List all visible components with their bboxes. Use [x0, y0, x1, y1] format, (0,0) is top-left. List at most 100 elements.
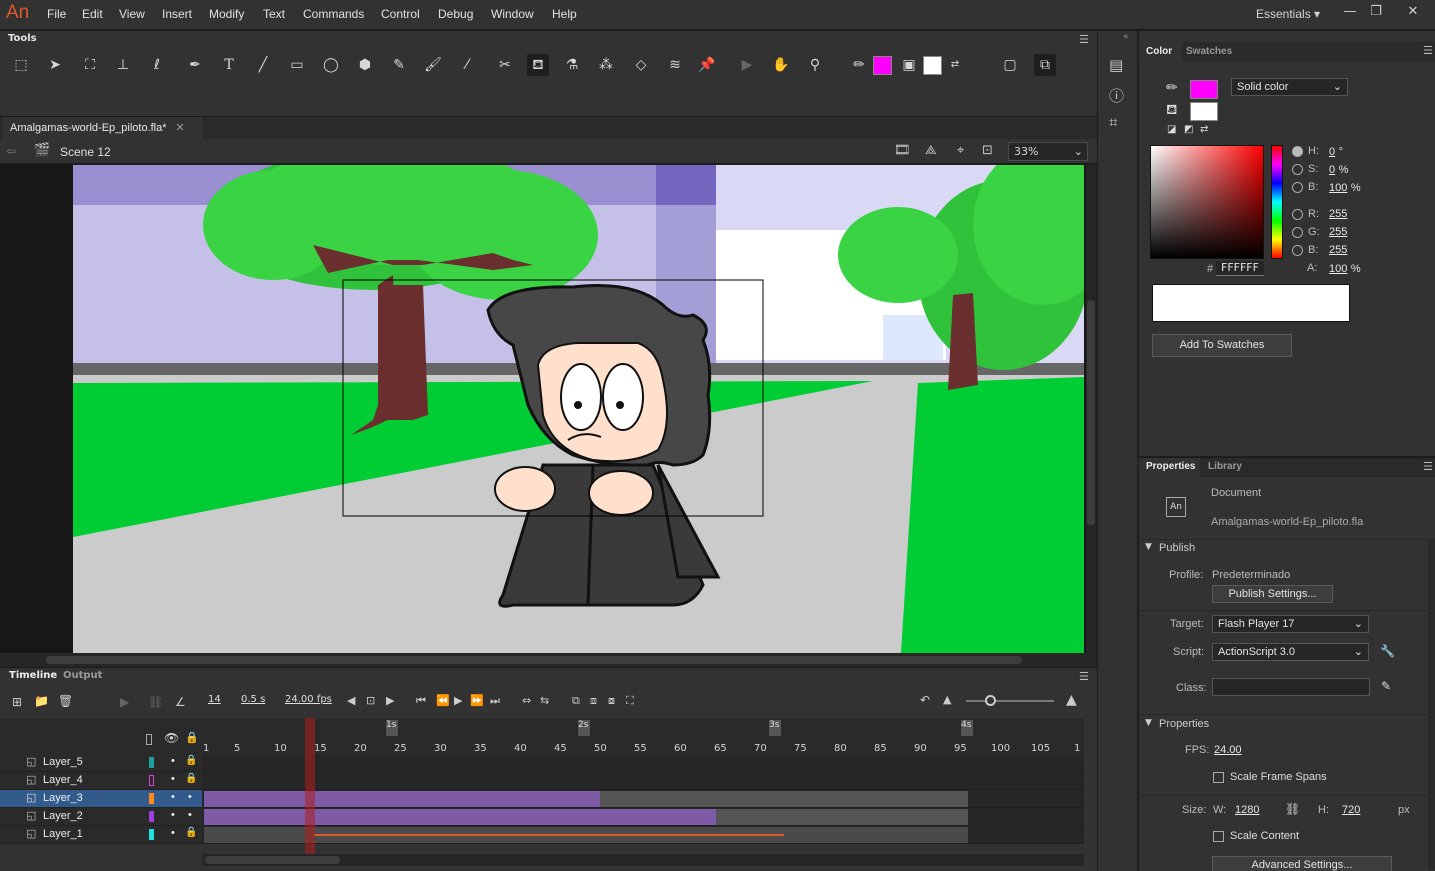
back-arrow-icon[interactable]: ⇦: [6, 144, 16, 158]
workspace-switcher[interactable]: Essentials ▾: [1256, 7, 1320, 21]
frame-rate[interactable]: 24.00 fps: [285, 694, 332, 705]
layer-color-box[interactable]: [149, 793, 154, 804]
stroke-swatch[interactable]: [1190, 80, 1218, 99]
layer-row[interactable]: ◱ Layer_5 • 🔒: [0, 754, 202, 772]
center-frame-icon[interactable]: ⇆: [540, 694, 549, 707]
restore-icon[interactable]: ❐: [1366, 2, 1386, 22]
layer-row[interactable]: ◱ Layer_4 • 🔒: [0, 772, 202, 790]
layer-color-box[interactable]: [149, 757, 154, 768]
layer-row[interactable]: ◱ Layer_2 • •: [0, 808, 202, 826]
visibility-dot[interactable]: •: [171, 809, 175, 821]
delete-icon[interactable]: 🗑: [58, 694, 73, 708]
no-color-icon[interactable]: ◩: [1184, 124, 1193, 135]
layer-row[interactable]: ◱ Layer_1 • 🔒: [0, 826, 202, 844]
hand-tool-icon[interactable]: ✋: [770, 54, 792, 76]
tab-library[interactable]: Library: [1208, 461, 1242, 472]
camera-layer-icon[interactable]: ▶: [120, 695, 129, 709]
tab-color[interactable]: Color: [1140, 42, 1182, 62]
visibility-dot[interactable]: •: [171, 827, 175, 839]
onion-skin-icon[interactable]: ⧉: [572, 694, 580, 708]
step-forward-icon[interactable]: ▶: [386, 694, 394, 707]
advanced-settings-button[interactable]: Advanced Settings...: [1212, 856, 1392, 871]
fill-color-bucket-icon[interactable]: ▣: [898, 54, 920, 76]
show-graph-icon[interactable]: ∠: [175, 695, 186, 709]
eraser-tool-icon[interactable]: ◇: [630, 54, 652, 76]
scale-frame-spans-checkbox[interactable]: [1213, 772, 1224, 783]
go-first-icon[interactable]: ⏮: [416, 694, 426, 708]
properties-section-header[interactable]: Properties: [1159, 718, 1209, 730]
lock-icon[interactable]: 🔒: [185, 731, 199, 744]
align-panel-icon[interactable]: ▤: [1109, 56, 1123, 74]
frame-row[interactable]: [202, 754, 1084, 772]
class-input[interactable]: [1212, 678, 1370, 696]
text-tool-icon[interactable]: T: [218, 54, 240, 76]
selection-tool-icon[interactable]: ⬚: [10, 54, 32, 76]
lock-icon[interactable]: 🔒: [185, 773, 197, 784]
arrow-tool-icon[interactable]: ➤: [44, 54, 66, 76]
step-forward-frame-icon[interactable]: ⏩: [470, 694, 484, 707]
onion-outline-icon[interactable]: ⧈: [590, 694, 597, 708]
lock-icon[interactable]: 🔒: [185, 827, 197, 838]
object-drawing-icon[interactable]: ▢: [999, 54, 1021, 76]
menu-help[interactable]: Help: [552, 7, 577, 21]
tab-swatches[interactable]: Swatches: [1186, 46, 1232, 57]
lock-icon[interactable]: 🔒: [185, 755, 197, 766]
collapse-icon[interactable]: «: [1123, 32, 1129, 42]
height-value[interactable]: 720: [1342, 804, 1360, 816]
paint-bucket-tool-icon[interactable]: ⛾: [527, 54, 549, 76]
step-backward-frame-icon[interactable]: ⏪: [436, 694, 450, 707]
layer-row-selected[interactable]: ◱ Layer_3 • •: [0, 790, 202, 808]
panel-menu-icon[interactable]: ☰: [1079, 670, 1089, 683]
tab-timeline[interactable]: Timeline: [9, 670, 57, 681]
frame-row[interactable]: [202, 826, 1084, 844]
horizontal-scroll-thumb[interactable]: [46, 656, 1022, 664]
menu-debug[interactable]: Debug: [438, 7, 473, 21]
brush-tool-icon[interactable]: ⁄: [456, 54, 478, 76]
target-select[interactable]: Flash Player 17 ⌄: [1212, 615, 1369, 633]
edit-symbols-icon[interactable]: ⟁: [925, 143, 937, 158]
menu-file[interactable]: File: [47, 7, 66, 21]
blue-value[interactable]: 255: [1329, 244, 1347, 256]
fps-value[interactable]: 24.00: [1214, 744, 1242, 756]
menu-insert[interactable]: Insert: [162, 7, 192, 21]
3d-rotation-tool-icon[interactable]: ⊥: [112, 54, 134, 76]
panel-menu-icon[interactable]: ☰: [1423, 460, 1433, 473]
hue-slider[interactable]: [1271, 145, 1283, 259]
swap-colors-icon[interactable]: ⇄: [1200, 124, 1208, 135]
document-tab[interactable]: Amalgamas-world-Ep_piloto.fla* ✕: [2, 117, 202, 139]
menu-window[interactable]: Window: [491, 7, 534, 21]
color-type-select[interactable]: Solid color ⌄: [1231, 78, 1348, 96]
wrench-icon[interactable]: 🔧: [1380, 644, 1395, 658]
hue-field[interactable]: 0 °: [1329, 145, 1343, 158]
mountain-small-icon[interactable]: ▲: [943, 693, 951, 706]
panel-menu-icon[interactable]: ☰: [1423, 44, 1433, 57]
saturation-brightness-picker[interactable]: [1150, 145, 1264, 259]
stroke-pencil-icon[interactable]: ✏: [1166, 80, 1178, 96]
elapsed-time[interactable]: 0.5 s: [241, 694, 265, 705]
free-transform-tool-icon[interactable]: ⛶: [79, 54, 101, 76]
visibility-dot[interactable]: •: [171, 755, 175, 767]
layer-color-box[interactable]: [149, 829, 154, 840]
bone-tool-icon[interactable]: ✂: [494, 54, 516, 76]
undo-icon[interactable]: ↶: [920, 693, 930, 707]
fill-bucket-icon[interactable]: ⛾: [1166, 102, 1177, 120]
swap-colors-icon[interactable]: ⇄: [944, 54, 966, 76]
pencil-tool-icon[interactable]: ✎: [388, 54, 410, 76]
frame-row[interactable]: [202, 772, 1084, 790]
polystar-tool-icon[interactable]: ⬢: [354, 54, 376, 76]
zoom-tool-icon[interactable]: ⚲: [804, 54, 826, 76]
new-folder-icon[interactable]: 📁: [34, 694, 49, 708]
visibility-dot[interactable]: •: [171, 791, 175, 803]
radio-blue[interactable]: [1292, 245, 1303, 256]
frame-row[interactable]: [202, 790, 1084, 808]
frame-row[interactable]: [202, 808, 1084, 826]
rectangle-tool-icon[interactable]: ▭: [286, 54, 308, 76]
lock-dot[interactable]: •: [188, 809, 192, 821]
pen-tool-icon[interactable]: ✒: [184, 54, 206, 76]
panel-menu-icon[interactable]: ☰: [1079, 33, 1089, 46]
playhead[interactable]: [305, 718, 315, 854]
default-colors-icon[interactable]: ◪: [1167, 124, 1176, 135]
ink-bottle-tool-icon[interactable]: ⚗: [561, 54, 583, 76]
hex-input[interactable]: FFFFFF: [1216, 261, 1264, 276]
layer-parenting-icon[interactable]: ⛓: [148, 695, 163, 709]
